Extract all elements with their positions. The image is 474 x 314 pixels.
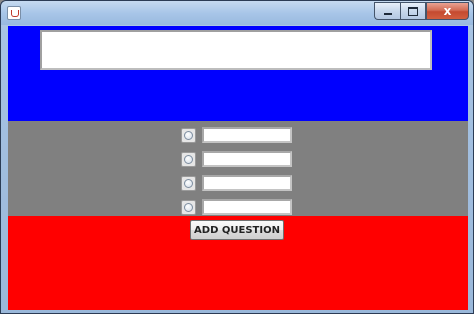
option-field-2[interactable] [202,151,292,167]
option-radio-1[interactable] [181,127,196,143]
maximize-button[interactable] [400,2,426,20]
minimize-button[interactable] [374,2,400,20]
options-panel [8,121,468,216]
question-panel [8,26,468,121]
option-radio-2[interactable] [181,151,196,167]
add-question-button[interactable]: ADD QUESTION [190,220,284,240]
option-field-4[interactable] [202,199,292,215]
content-pane: ADD QUESTION [8,26,468,310]
application-window: x ADD QUESTION [0,0,474,314]
question-text-field[interactable] [40,30,432,70]
caption-buttons: x [374,2,469,20]
option-row-3 [181,174,292,192]
close-button[interactable]: x [426,2,469,20]
option-row-4 [181,198,292,216]
title-bar[interactable]: x [1,1,473,25]
close-icon: x [443,4,452,18]
option-row-2 [181,150,292,168]
option-field-3[interactable] [202,175,292,191]
option-radio-4[interactable] [181,199,196,215]
option-radio-3[interactable] [181,175,196,191]
option-field-1[interactable] [202,127,292,143]
option-row-1 [181,126,292,144]
maximize-icon [408,6,418,16]
actions-panel: ADD QUESTION [8,216,468,310]
minimize-icon [383,12,392,15]
java-cup-icon[interactable] [7,6,21,20]
